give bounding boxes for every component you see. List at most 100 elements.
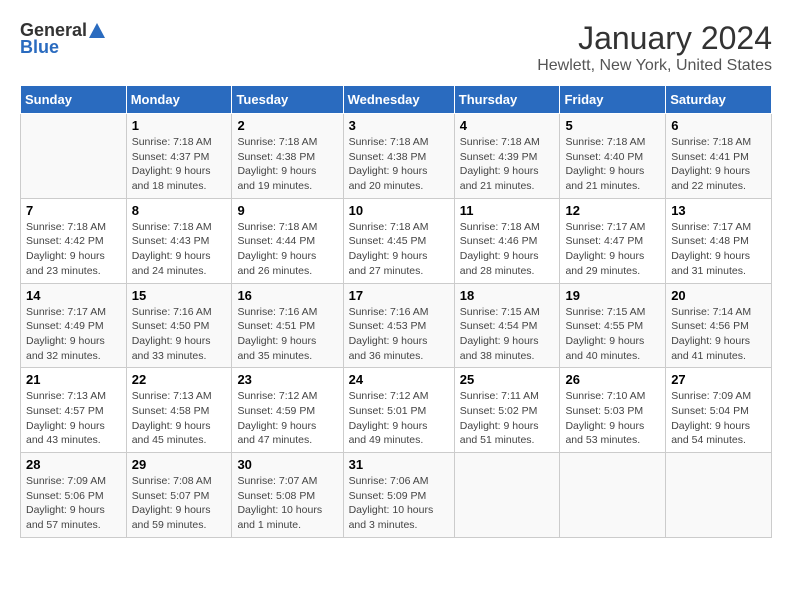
calendar-cell: 24Sunrise: 7:12 AM Sunset: 5:01 PM Dayli… — [343, 368, 454, 453]
day-info: Sunrise: 7:18 AM Sunset: 4:45 PM Dayligh… — [349, 220, 449, 279]
calendar-cell: 11 Sunrise: 7:18 AM Sunset: 4:46 PM Dayli… — [454, 198, 560, 283]
day-info: Sunrise: 7:15 AM Sunset: 4:54 PM Dayligh… — [460, 305, 555, 364]
day-number: 30 — [237, 457, 337, 472]
day-info: Sunrise: 7:15 AM Sunset: 4:55 PM Dayligh… — [565, 305, 660, 364]
day-info: Sunrise: 7:06 AM Sunset: 5:09 PM Dayligh… — [349, 474, 449, 533]
calendar-cell: 20 Sunrise: 7:14 AM Sunset: 4:56 PM Dayli… — [666, 283, 772, 368]
day-info: Sunrise: 7:13 AM Sunset: 4:57 PM Dayligh… — [26, 389, 121, 448]
calendar-cell: 15 Sunrise: 7:16 AM Sunset: 4:50 PM Dayli… — [126, 283, 232, 368]
day-info: Sunrise: 7:10 AM Sunset: 5:03 PM Dayligh… — [565, 389, 660, 448]
calendar-cell — [21, 114, 127, 199]
calendar-week-row: 1Sunrise: 7:18 AM Sunset: 4:37 PM Daylig… — [21, 114, 772, 199]
day-number: 17 — [349, 288, 449, 303]
day-info: Sunrise: 7:18 AM Sunset: 4:40 PM Dayligh… — [565, 135, 660, 194]
calendar-header-sunday: Sunday — [21, 86, 127, 114]
day-number: 21 — [26, 372, 121, 387]
calendar-cell: 22Sunrise: 7:13 AM Sunset: 4:58 PM Dayli… — [126, 368, 232, 453]
day-info: Sunrise: 7:18 AM Sunset: 4:46 PM Dayligh… — [460, 220, 555, 279]
logo-triangle-icon — [88, 22, 106, 40]
day-number: 31 — [349, 457, 449, 472]
day-info: Sunrise: 7:18 AM Sunset: 4:43 PM Dayligh… — [132, 220, 227, 279]
day-info: Sunrise: 7:12 AM Sunset: 4:59 PM Dayligh… — [237, 389, 337, 448]
calendar-week-row: 14 Sunrise: 7:17 AM Sunset: 4:49 PM Dayli… — [21, 283, 772, 368]
calendar-header-monday: Monday — [126, 86, 232, 114]
calendar-cell: 10Sunrise: 7:18 AM Sunset: 4:45 PM Dayli… — [343, 198, 454, 283]
day-info: Sunrise: 7:18 AM Sunset: 4:38 PM Dayligh… — [237, 135, 337, 194]
calendar-cell: 8 Sunrise: 7:18 AM Sunset: 4:43 PM Daylig… — [126, 198, 232, 283]
day-number: 12 — [565, 203, 660, 218]
calendar-cell: 18 Sunrise: 7:15 AM Sunset: 4:54 PM Dayli… — [454, 283, 560, 368]
calendar-cell: 9 Sunrise: 7:18 AM Sunset: 4:44 PM Daylig… — [232, 198, 343, 283]
day-number: 5 — [565, 118, 660, 133]
calendar-cell: 13Sunrise: 7:17 AM Sunset: 4:48 PM Dayli… — [666, 198, 772, 283]
calendar-cell: 23 Sunrise: 7:12 AM Sunset: 4:59 PM Dayli… — [232, 368, 343, 453]
day-number: 9 — [237, 203, 337, 218]
day-info: Sunrise: 7:17 AM Sunset: 4:47 PM Dayligh… — [565, 220, 660, 279]
day-number: 11 — [460, 203, 555, 218]
calendar-week-row: 28 Sunrise: 7:09 AM Sunset: 5:06 PM Dayli… — [21, 453, 772, 538]
day-number: 3 — [349, 118, 449, 133]
calendar-cell: 5 Sunrise: 7:18 AM Sunset: 4:40 PM Daylig… — [560, 114, 666, 199]
day-number: 15 — [132, 288, 227, 303]
day-number: 16 — [237, 288, 337, 303]
calendar-cell: 30 Sunrise: 7:07 AM Sunset: 5:08 PM Dayli… — [232, 453, 343, 538]
day-info: Sunrise: 7:16 AM Sunset: 4:53 PM Dayligh… — [349, 305, 449, 364]
day-info: Sunrise: 7:16 AM Sunset: 4:50 PM Dayligh… — [132, 305, 227, 364]
calendar-cell — [454, 453, 560, 538]
day-info: Sunrise: 7:08 AM Sunset: 5:07 PM Dayligh… — [132, 474, 227, 533]
day-number: 28 — [26, 457, 121, 472]
calendar-header-friday: Friday — [560, 86, 666, 114]
day-number: 26 — [565, 372, 660, 387]
calendar-cell: 26 Sunrise: 7:10 AM Sunset: 5:03 PM Dayli… — [560, 368, 666, 453]
calendar-week-row: 21 Sunrise: 7:13 AM Sunset: 4:57 PM Dayli… — [21, 368, 772, 453]
calendar-cell — [560, 453, 666, 538]
calendar-cell: 3Sunrise: 7:18 AM Sunset: 4:38 PM Daylig… — [343, 114, 454, 199]
calendar-cell: 31 Sunrise: 7:06 AM Sunset: 5:09 PM Dayli… — [343, 453, 454, 538]
day-number: 29 — [132, 457, 227, 472]
day-info: Sunrise: 7:17 AM Sunset: 4:49 PM Dayligh… — [26, 305, 121, 364]
calendar-cell: 16Sunrise: 7:16 AM Sunset: 4:51 PM Dayli… — [232, 283, 343, 368]
calendar-cell: 25 Sunrise: 7:11 AM Sunset: 5:02 PM Dayli… — [454, 368, 560, 453]
day-number: 8 — [132, 203, 227, 218]
day-number: 19 — [565, 288, 660, 303]
calendar-cell: 1Sunrise: 7:18 AM Sunset: 4:37 PM Daylig… — [126, 114, 232, 199]
day-number: 6 — [671, 118, 766, 133]
calendar-cell: 7 Sunrise: 7:18 AM Sunset: 4:42 PM Daylig… — [21, 198, 127, 283]
calendar-cell — [666, 453, 772, 538]
day-info: Sunrise: 7:18 AM Sunset: 4:37 PM Dayligh… — [132, 135, 227, 194]
day-number: 25 — [460, 372, 555, 387]
logo: General Blue — [20, 20, 107, 58]
calendar-week-row: 7 Sunrise: 7:18 AM Sunset: 4:42 PM Daylig… — [21, 198, 772, 283]
day-info: Sunrise: 7:18 AM Sunset: 4:41 PM Dayligh… — [671, 135, 766, 194]
day-info: Sunrise: 7:07 AM Sunset: 5:08 PM Dayligh… — [237, 474, 337, 533]
day-number: 14 — [26, 288, 121, 303]
calendar-cell: 21 Sunrise: 7:13 AM Sunset: 4:57 PM Dayli… — [21, 368, 127, 453]
day-info: Sunrise: 7:09 AM Sunset: 5:06 PM Dayligh… — [26, 474, 121, 533]
calendar-header-saturday: Saturday — [666, 86, 772, 114]
day-number: 4 — [460, 118, 555, 133]
day-number: 23 — [237, 372, 337, 387]
day-number: 7 — [26, 203, 121, 218]
day-number: 22 — [132, 372, 227, 387]
page-subtitle: Hewlett, New York, United States — [537, 57, 772, 75]
day-number: 20 — [671, 288, 766, 303]
calendar-header-wednesday: Wednesday — [343, 86, 454, 114]
calendar-cell: 29 Sunrise: 7:08 AM Sunset: 5:07 PM Dayli… — [126, 453, 232, 538]
day-info: Sunrise: 7:09 AM Sunset: 5:04 PM Dayligh… — [671, 389, 766, 448]
day-info: Sunrise: 7:11 AM Sunset: 5:02 PM Dayligh… — [460, 389, 555, 448]
day-number: 18 — [460, 288, 555, 303]
calendar-cell: 19 Sunrise: 7:15 AM Sunset: 4:55 PM Dayli… — [560, 283, 666, 368]
day-info: Sunrise: 7:18 AM Sunset: 4:42 PM Dayligh… — [26, 220, 121, 279]
day-number: 27 — [671, 372, 766, 387]
day-info: Sunrise: 7:17 AM Sunset: 4:48 PM Dayligh… — [671, 220, 766, 279]
calendar-table: SundayMondayTuesdayWednesdayThursdayFrid… — [20, 85, 772, 538]
calendar-header-thursday: Thursday — [454, 86, 560, 114]
page-header: General Blue January 2024 Hewlett, New Y… — [20, 20, 772, 75]
calendar-cell: 12 Sunrise: 7:17 AM Sunset: 4:47 PM Dayli… — [560, 198, 666, 283]
day-info: Sunrise: 7:18 AM Sunset: 4:44 PM Dayligh… — [237, 220, 337, 279]
day-info: Sunrise: 7:14 AM Sunset: 4:56 PM Dayligh… — [671, 305, 766, 364]
title-block: January 2024 Hewlett, New York, United S… — [537, 20, 772, 75]
calendar-cell: 6 Sunrise: 7:18 AM Sunset: 4:41 PM Daylig… — [666, 114, 772, 199]
calendar-cell: 4Sunrise: 7:18 AM Sunset: 4:39 PM Daylig… — [454, 114, 560, 199]
page-title: January 2024 — [537, 20, 772, 57]
